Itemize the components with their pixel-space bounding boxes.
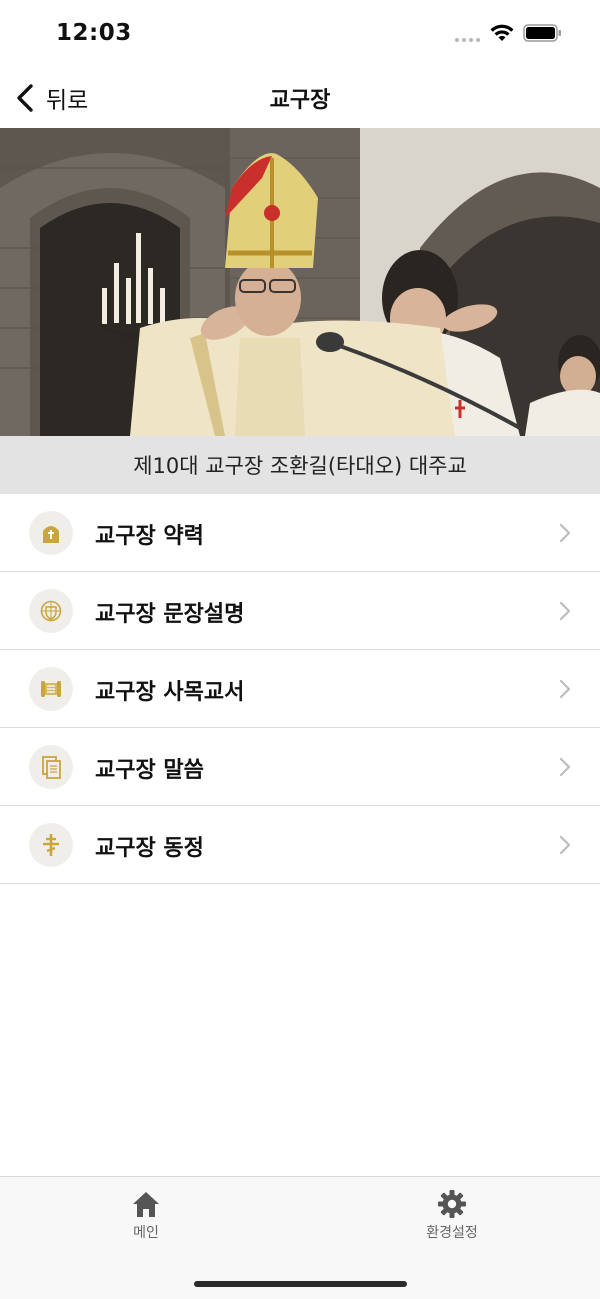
home-icon [133, 1192, 159, 1217]
menu-item-messages[interactable]: 교구장 말씀 [0, 728, 600, 806]
menu-icon-circle [29, 823, 73, 867]
status-bar: 12:03 [0, 0, 600, 68]
hero-caption: 제10대 교구장 조환길(타대오) 대주교 [133, 454, 467, 478]
mitre-icon [43, 526, 59, 543]
menu-icon-circle [29, 745, 73, 789]
menu-icon-circle [29, 511, 73, 555]
scroll-icon [41, 681, 61, 697]
coat-of-arms-icon [40, 600, 62, 622]
menu-item-coat-of-arms[interactable]: 교구장 문장설명 [0, 572, 600, 650]
menu-item-label: 교구장 말씀 [95, 758, 204, 783]
archiepiscopal-cross-icon [43, 834, 59, 856]
menu-item-label: 교구장 문장설명 [95, 602, 245, 627]
tab-label: 메인 [133, 1225, 159, 1241]
menu-item-label: 교구장 약력 [95, 524, 204, 549]
tab-settings[interactable]: 환경설정 [392, 1189, 512, 1249]
hero-caption-bar: 제10대 교구장 조환길(타대오) 대주교 [0, 436, 600, 494]
document-icon [42, 756, 61, 779]
status-time: 12:03 [56, 20, 132, 46]
page-title: 교구장 [269, 88, 331, 113]
hero-photo [0, 128, 600, 436]
tab-label: 환경설정 [426, 1225, 478, 1241]
tab-main[interactable]: 메인 [86, 1189, 206, 1249]
chevron-right-icon [559, 523, 571, 543]
menu-icon-circle [29, 667, 73, 711]
gear-icon [438, 1190, 466, 1218]
archbishop-photo-image [0, 128, 600, 436]
signal-dots-icon [455, 38, 483, 44]
chevron-right-icon [559, 679, 571, 699]
battery-icon [523, 24, 561, 42]
menu-item-biography[interactable]: 교구장 약력 [0, 494, 600, 572]
menu-item-pastoral-letter[interactable]: 교구장 사목교서 [0, 650, 600, 728]
chevron-right-icon [559, 757, 571, 777]
chevron-right-icon [559, 835, 571, 855]
menu-list: 교구장 약력 교구장 문장설명 교구장 사목교서 교구장 말씀 교구장 동정 [0, 494, 600, 884]
menu-item-label: 교구장 동정 [95, 836, 204, 861]
menu-icon-circle [29, 589, 73, 633]
chevron-right-icon [559, 601, 571, 621]
wifi-icon [490, 24, 514, 41]
home-indicator [194, 1281, 407, 1287]
menu-item-label: 교구장 사목교서 [95, 680, 245, 705]
menu-item-activities[interactable]: 교구장 동정 [0, 806, 600, 884]
navigation-bar: 뒤로 교구장 [0, 68, 600, 128]
